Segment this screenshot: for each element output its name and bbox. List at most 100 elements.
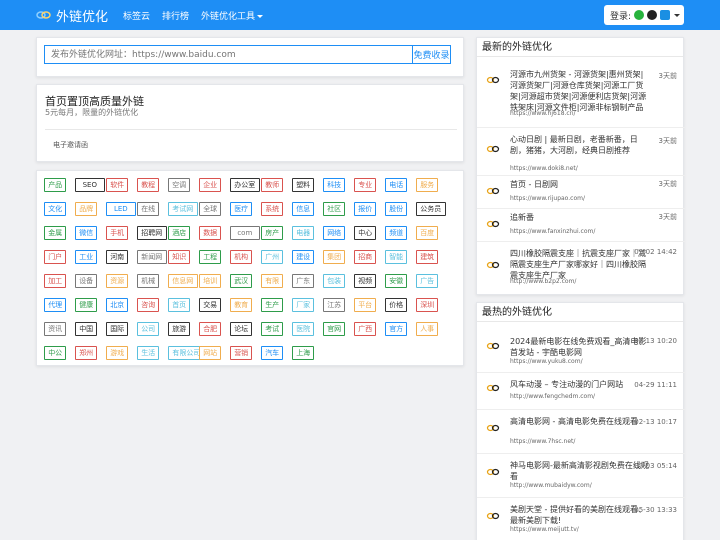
tag-item[interactable]: 公司 [137,322,160,336]
tag-item[interactable]: 网络 [323,226,346,240]
tag-item[interactable]: 上海 [292,346,315,360]
tag-item[interactable]: 国际 [106,322,129,336]
tag-item[interactable]: 广告 [416,274,439,288]
submit-button[interactable]: 免费收录 [412,45,451,64]
tag-item[interactable]: 交易 [199,298,222,312]
item-title[interactable]: 河源市九州货架 - 河源货架|惠州货架|河源货架厂|河源仓库货架|河源工厂货架|… [510,69,650,113]
nav-tag-cloud[interactable]: 标签云 [123,9,150,22]
tag-item[interactable]: 股份 [385,202,408,216]
promo-link[interactable]: 电子邀请函 [53,140,88,150]
login-dropdown[interactable]: 登录: [604,5,684,25]
tag-item[interactable]: 北京 [106,298,129,312]
tag-item[interactable]: 网站 [199,346,222,360]
tag-item[interactable]: 论坛 [230,322,253,336]
tag-item[interactable]: 塑料 [292,178,315,192]
tag-item[interactable]: SEO [75,178,105,192]
tag-item[interactable]: 健康 [75,298,98,312]
tag-item[interactable]: 建设 [292,250,315,264]
tag-item[interactable]: 电话 [385,178,408,192]
tag-item[interactable]: 视频 [354,274,377,288]
tag-item[interactable]: 中公 [44,346,67,360]
tag-item[interactable]: 医疗 [230,202,253,216]
tag-item[interactable]: 社区 [323,202,346,216]
tag-item[interactable]: 教育 [230,298,253,312]
tag-item[interactable]: 首页 [168,298,191,312]
tag-item[interactable]: 广东 [292,274,315,288]
tag-item[interactable]: 郑州 [75,346,98,360]
item-title[interactable]: 神马电影网-最新高清影视剧免费在线观看 [510,460,650,482]
tag-item[interactable]: 产品 [44,178,67,192]
tag-item[interactable]: 招商 [354,250,377,264]
tag-item[interactable]: 有限 [261,274,284,288]
tag-item[interactable]: 加工 [44,274,67,288]
tag-item[interactable]: 知识 [168,250,191,264]
weibo-icon[interactable] [660,10,671,20]
tag-item[interactable]: 报价 [354,202,377,216]
tag-item[interactable]: 机构 [230,250,253,264]
tag-item[interactable]: 价格 [385,298,408,312]
tag-item[interactable]: 文化 [44,202,67,216]
tag-item[interactable]: 广州 [261,250,284,264]
tag-item[interactable]: 考试网 [168,202,198,216]
tag-item[interactable]: 汽车 [261,346,284,360]
tag-item[interactable]: 招聘网 [137,226,167,240]
tag-item[interactable]: 设备 [75,274,98,288]
tag-item[interactable]: 全球 [199,202,222,216]
item-title[interactable]: 风车动漫 – 专注动漫的门户网站 [510,379,650,390]
item-title[interactable]: 首页 - 日剧网 [510,179,650,190]
nav-ranking[interactable]: 排行榜 [162,9,189,22]
qq-icon[interactable] [647,10,658,20]
tag-item[interactable]: 工程 [199,250,222,264]
tag-item[interactable]: 营销 [230,346,253,360]
tag-item[interactable]: 代理 [44,298,67,312]
tag-item[interactable]: 微信 [75,226,98,240]
tag-item[interactable]: 科技 [323,178,346,192]
tag-item[interactable]: 公务员 [416,202,446,216]
item-title[interactable]: 追新番 [510,212,650,223]
tag-item[interactable]: 服务 [416,178,439,192]
tag-item[interactable]: 考试 [261,322,284,336]
tag-item[interactable]: 百度 [416,226,439,240]
nav-tools-dropdown[interactable]: 外链优化工具 [201,9,264,22]
tag-item[interactable]: 武汉 [230,274,253,288]
tag-item[interactable]: 智能 [385,250,408,264]
tag-item[interactable]: 信息网 [168,274,198,288]
tag-item[interactable]: 办公室 [230,178,260,192]
item-title[interactable]: 2024最新电影在线免费观看_高清电影首发站 - 宇酷电影网 [510,336,650,358]
tag-item[interactable]: 平台 [354,298,377,312]
tag-item[interactable]: 咨询 [137,298,160,312]
wechat-icon[interactable] [634,10,645,20]
tag-item[interactable]: 软件 [106,178,129,192]
tag-item[interactable]: 酒店 [168,226,191,240]
tag-item[interactable]: 培训 [199,274,222,288]
tag-item[interactable]: 资源 [106,274,129,288]
tag-item[interactable]: 新闻网 [137,250,167,264]
list-item[interactable]: 河源市九州货架 - 河源货架|惠州货架|河源货架厂|河源仓库货架|河源工厂货架|… [477,62,685,127]
list-item[interactable]: 追新番 https://www.fanxinzhui.com/3天前 [477,208,685,241]
list-item[interactable]: 高清电影网 - 高清电影免费在线观看 https://www.7hsc.net/0… [477,409,685,453]
item-title[interactable]: 心动日剧 | 最新日剧，老番新番，日剧，猪猪，大河剧，经典日剧推荐 [510,134,650,156]
tag-item[interactable]: 包装 [323,274,346,288]
tag-item[interactable]: 江苏 [323,298,346,312]
list-item[interactable]: 神马电影网-最新高清影视剧免费在线观看 http://www.mubaidyw.c… [477,453,685,497]
tag-item[interactable]: 游戏 [106,346,129,360]
tag-item[interactable]: 建筑 [416,250,439,264]
tag-item[interactable]: 生活 [137,346,160,360]
tag-item[interactable]: 教程 [137,178,160,192]
list-item[interactable]: 心动日剧 | 最新日剧，老番新番，日剧，猪猪，大河剧，经典日剧推荐 https:/… [477,127,685,175]
item-title[interactable]: 高清电影网 - 高清电影免费在线观看 [510,416,650,427]
tag-item[interactable]: LED [106,202,136,216]
tag-item[interactable]: 信息 [292,202,315,216]
tag-item[interactable]: com [230,226,260,240]
tag-item[interactable]: 旅游 [168,322,191,336]
tag-item[interactable]: 机械 [137,274,160,288]
tag-item[interactable]: 在线 [137,202,160,216]
list-item[interactable]: 首页 - 日剧网 https://www.rijupao.com/3天前 [477,175,685,208]
list-item[interactable]: 风车动漫 – 专注动漫的门户网站 http://www.fengchedm.com… [477,372,685,409]
tag-item[interactable]: 空调 [168,178,191,192]
tag-item[interactable]: 厂家 [292,298,315,312]
tag-item[interactable]: 专业 [354,178,377,192]
tag-item[interactable]: 官方 [385,322,408,336]
tag-item[interactable]: 医院 [292,322,315,336]
brand[interactable]: 外链优化 [36,6,108,25]
